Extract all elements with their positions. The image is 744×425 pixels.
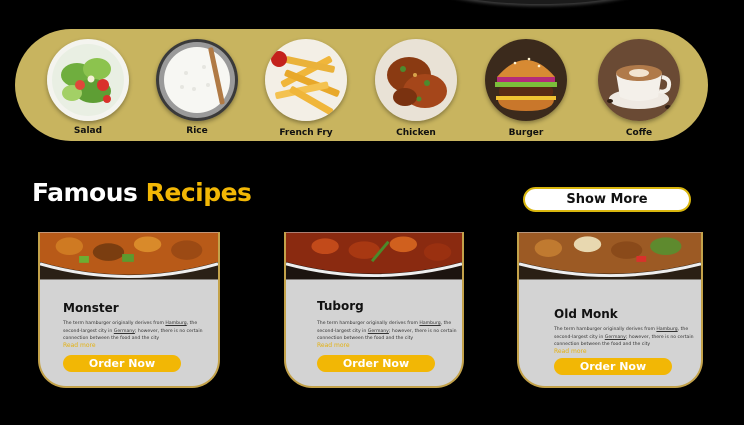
show-more-button[interactable]: Show More [523, 187, 691, 212]
read-more-link[interactable]: Read more [63, 342, 96, 349]
recipe-card-monster: Monster The term hamburger originally de… [38, 232, 220, 388]
section-title-white: Famous [32, 178, 138, 207]
category-bar: Salad Rice French Fry Chicken Burger Cof… [15, 29, 708, 141]
category-label: French Fry [279, 128, 333, 138]
order-now-button[interactable]: Order Now [317, 355, 435, 372]
category-label: Coffe [625, 128, 653, 138]
hamburg-link[interactable]: Hamburg [419, 321, 440, 326]
recipe-name: Monster [63, 301, 119, 315]
french-fry-icon [265, 39, 347, 121]
desc-text: The term hamburger originally derives fr… [63, 321, 166, 326]
rice-icon [156, 39, 238, 121]
category-label: Salad [73, 126, 103, 136]
desc-text: The term hamburger originally derives fr… [554, 327, 657, 332]
recipe-card-old-monk: Old Monk The term hamburger originally d… [517, 232, 703, 388]
coffee-icon [598, 39, 680, 121]
section-title-yellow: Recipes [145, 178, 252, 207]
category-label: Rice [186, 126, 208, 136]
chicken-icon [375, 39, 457, 121]
top-decorative-arc [430, 0, 650, 4]
burger-icon [485, 39, 567, 121]
germany-link[interactable]: Germany [368, 329, 389, 334]
recipe-description: The term hamburger originally derives fr… [317, 320, 457, 343]
hamburg-link[interactable]: Hamburg [656, 327, 677, 332]
category-chicken[interactable]: Chicken [373, 39, 459, 138]
category-salad[interactable]: Salad [45, 39, 131, 136]
recipe-description: The term hamburger originally derives fr… [63, 320, 203, 343]
category-coffee[interactable]: Coffe [596, 39, 682, 138]
recipe-image [40, 232, 218, 280]
desc-text: The term hamburger originally derives fr… [317, 321, 420, 326]
order-now-button[interactable]: Order Now [554, 358, 672, 375]
recipe-name: Old Monk [554, 307, 618, 321]
hamburg-link[interactable]: Hamburg [165, 321, 186, 326]
recipe-name: Tuborg [317, 299, 364, 313]
recipe-image [519, 232, 701, 280]
recipe-image [286, 232, 462, 280]
recipe-description: The term hamburger originally derives fr… [554, 326, 694, 349]
category-label: Chicken [396, 128, 436, 138]
salad-icon [47, 39, 129, 121]
order-now-button[interactable]: Order Now [63, 355, 181, 372]
category-rice[interactable]: Rice [154, 39, 240, 136]
read-more-link[interactable]: Read more [554, 348, 587, 355]
germany-link[interactable]: Germany [114, 329, 135, 334]
read-more-link[interactable]: Read more [317, 342, 350, 349]
recipe-card-tuborg: Tuborg The term hamburger originally der… [284, 232, 464, 388]
germany-link[interactable]: Germany [605, 335, 626, 340]
section-title: Famous Recipes [32, 178, 252, 207]
category-french-fry[interactable]: French Fry [263, 39, 349, 138]
category-burger[interactable]: Burger [483, 39, 569, 138]
category-label: Burger [508, 128, 544, 138]
